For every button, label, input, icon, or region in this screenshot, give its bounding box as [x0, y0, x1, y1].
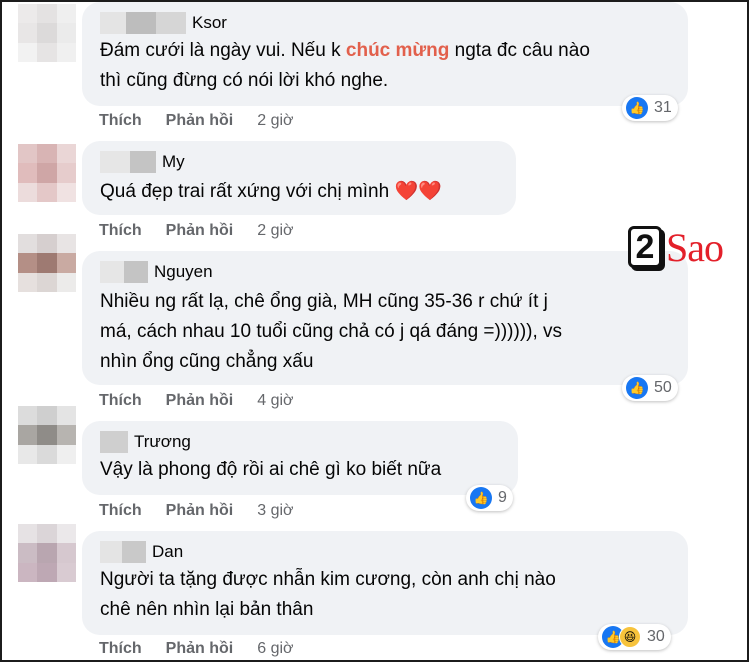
avatar[interactable]: [18, 524, 76, 582]
avatar[interactable]: [18, 234, 76, 292]
author-name[interactable]: Dan: [152, 542, 183, 562]
reaction-count: 30: [647, 628, 665, 645]
like-link[interactable]: Thích: [99, 222, 142, 240]
comment-actions: Thích Phản hồi 6 giờ: [99, 638, 294, 660]
haha-emoji-icon: 😆: [619, 626, 641, 648]
reaction-count: 31: [654, 99, 672, 116]
avatar[interactable]: [18, 406, 76, 464]
blurred-name: [100, 541, 146, 563]
like-link[interactable]: Thích: [99, 392, 142, 410]
thumbs-up-icon: 👍: [626, 377, 648, 399]
logo-word: Sao: [666, 224, 724, 270]
comment-actions: Thích Phản hồi 2 giờ: [99, 220, 294, 242]
reaction-summary[interactable]: 👍 😆 30: [598, 624, 671, 650]
comment-text: Người ta tặng được nhẫn kim cương, còn a…: [100, 569, 556, 620]
timestamp[interactable]: 4 giờ: [257, 392, 293, 410]
reaction-count: 9: [498, 489, 507, 506]
timestamp[interactable]: 2 giờ: [257, 112, 293, 130]
comment-author[interactable]: Trương: [100, 431, 191, 453]
author-name[interactable]: Trương: [134, 432, 191, 452]
reply-link[interactable]: Phản hồi: [166, 112, 234, 130]
comment-actions: Thích Phản hồi 4 giờ: [99, 390, 294, 412]
blurred-name: [100, 151, 156, 173]
comment-text: Quá đẹp trai rất xứng với chị mình ❤️❤️: [100, 181, 442, 202]
reply-link[interactable]: Phản hồi: [166, 392, 234, 410]
like-link[interactable]: Thích: [99, 640, 142, 658]
timestamp[interactable]: 6 giờ: [257, 640, 293, 658]
blurred-name: [100, 12, 186, 34]
thumbs-up-icon: 👍: [470, 487, 492, 509]
comment-author[interactable]: Nguyen: [100, 261, 213, 283]
author-name[interactable]: My: [162, 152, 185, 172]
comment-bubble: My Quá đẹp trai rất xứng với chị mình ❤️…: [82, 141, 516, 215]
reply-link[interactable]: Phản hồi: [166, 640, 234, 658]
timestamp[interactable]: 3 giờ: [257, 502, 293, 520]
like-link[interactable]: Thích: [99, 112, 142, 130]
reply-link[interactable]: Phản hồi: [166, 502, 234, 520]
comment-text: Vậy là phong độ rồi ai chê gì ko biết nữ…: [100, 459, 442, 480]
comment-text: Nhiều ng rất lạ, chê ổng già, MH cũng 35…: [100, 291, 563, 372]
comment-bubble: Nguyen Nhiều ng rất lạ, chê ổng già, MH …: [82, 251, 688, 385]
comment-author[interactable]: Ksor: [100, 12, 227, 34]
blurred-name: [100, 431, 128, 453]
logo-digit: 2: [628, 226, 662, 268]
comment-bubble: Dan Người ta tặng được nhẫn kim cương, c…: [82, 531, 688, 635]
thumbs-up-icon: 👍: [626, 97, 648, 119]
blurred-name: [100, 261, 148, 283]
timestamp[interactable]: 2 giờ: [257, 222, 293, 240]
site-watermark-logo: 2 Sao: [628, 222, 724, 272]
avatar[interactable]: [18, 4, 76, 62]
avatar[interactable]: [18, 144, 76, 202]
comment-text: Đám cưới là ngày vui. Nếu k chúc mừng ng…: [100, 40, 590, 91]
reply-link[interactable]: Phản hồi: [166, 222, 234, 240]
reaction-summary[interactable]: 👍 9: [466, 485, 513, 511]
like-link[interactable]: Thích: [99, 502, 142, 520]
reaction-summary[interactable]: 👍 50: [622, 375, 678, 401]
author-name[interactable]: Nguyen: [154, 262, 213, 282]
author-name[interactable]: Ksor: [192, 13, 227, 33]
comment-author[interactable]: My: [100, 151, 185, 173]
highlighted-phrase: chúc mừng: [345, 40, 450, 61]
comment-author[interactable]: Dan: [100, 541, 183, 563]
comment-actions: Thích Phản hồi 3 giờ: [99, 500, 294, 522]
reaction-summary[interactable]: 👍 31: [622, 95, 678, 121]
comment-bubble: Ksor Đám cưới là ngày vui. Nếu k chúc mừ…: [82, 2, 688, 106]
comment-bubble: Trương Vậy là phong độ rồi ai chê gì ko …: [82, 421, 518, 495]
reaction-count: 50: [654, 379, 672, 396]
comment-actions: Thích Phản hồi 2 giờ: [99, 110, 294, 132]
